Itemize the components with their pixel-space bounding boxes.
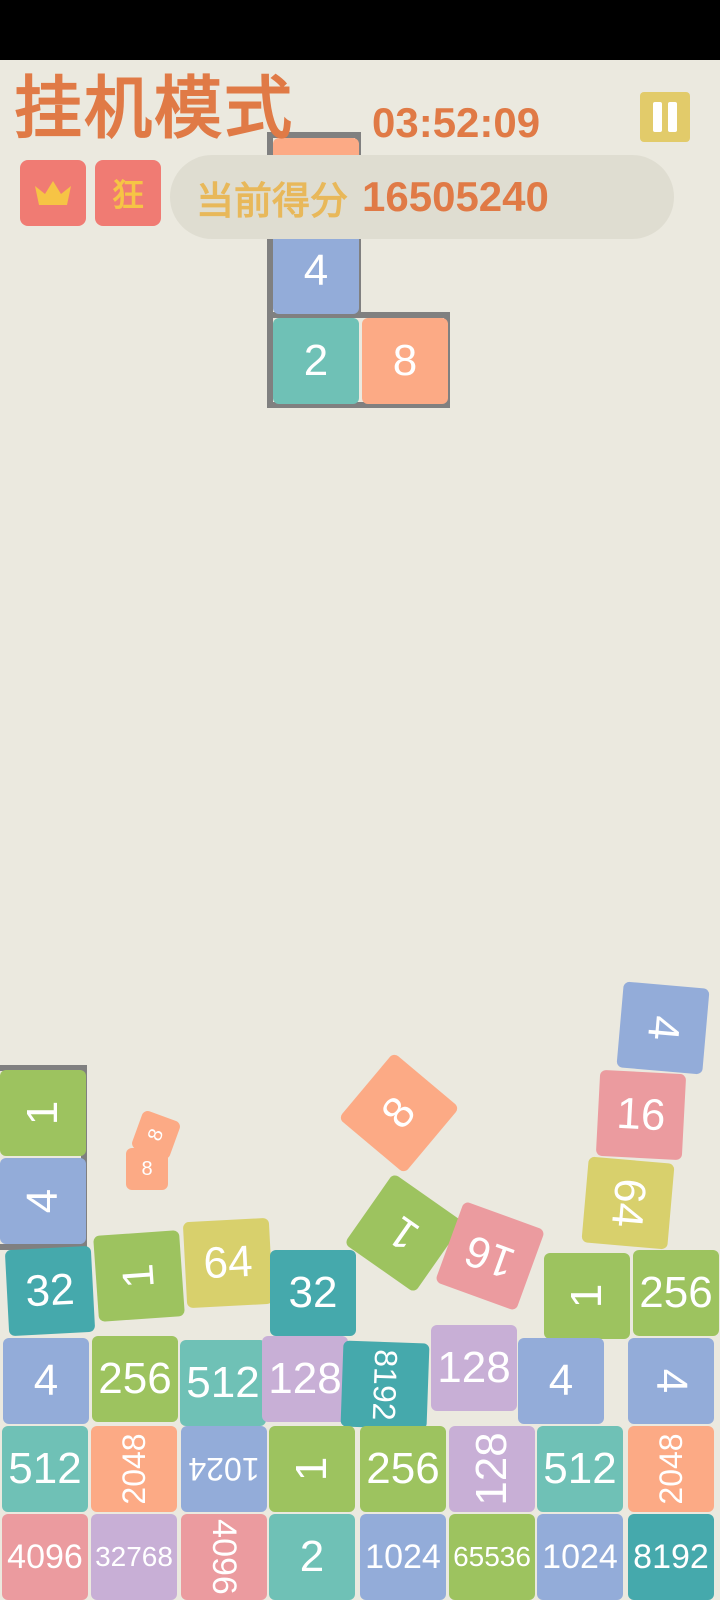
board-tile: 4 [518,1338,604,1424]
board-tile: 1024 [181,1426,267,1512]
score-label: 当前得分 [196,178,349,223]
board-tile: 256 [633,1250,719,1336]
board-tile: 8192 [628,1514,714,1600]
board-tile: 2 [269,1514,355,1600]
board-tile: 2048 [91,1426,177,1512]
mad-mode-badge[interactable]: 狂 [95,160,161,226]
board-tile: 4096 [181,1514,267,1600]
board-tile: 128 [431,1325,517,1411]
board-tile: 1 [93,1230,185,1322]
board-tile: 512 [2,1426,88,1512]
board-tile: 8 [338,1052,460,1174]
board-tile: 16 [595,1069,687,1161]
board-tile: 4 [616,981,710,1075]
board-tile: 64 [182,1217,274,1309]
board-tile: 8 [126,1148,168,1190]
falling-tile: 8 [362,318,448,404]
board-tile: 32768 [91,1514,177,1600]
page-title: 挂机模式 [14,70,295,149]
board-tile: 32 [270,1250,356,1336]
board-tile: 512 [180,1340,266,1426]
crown-badge[interactable] [20,160,86,226]
board-tile: 4096 [2,1514,88,1600]
board-tile: 128 [449,1426,535,1512]
board-tile: 4 [0,1158,86,1244]
board-tile: 1024 [360,1514,446,1600]
status-bar [0,0,720,60]
falling-tile: 2 [273,318,359,404]
board-tile: 1 [0,1070,86,1156]
board-tile: 4 [628,1338,714,1424]
game-timer: 03:52:09 [372,99,541,146]
board-tile: 256 [360,1426,446,1512]
board-tile: 512 [537,1426,623,1512]
board-tile: 64 [581,1156,675,1250]
board-tile: 4 [3,1338,89,1424]
board-tile: 1024 [537,1514,623,1600]
board-tile: 128 [262,1336,348,1422]
board-tile: 2048 [628,1426,714,1512]
board-tile: 1 [269,1426,355,1512]
pause-button[interactable] [640,92,690,142]
board-tile: 1 [544,1253,630,1339]
score-display: 当前得分 16505240 [170,155,674,239]
falling-tile: 4 [273,228,359,314]
board-tile: 65536 [449,1514,535,1600]
crown-icon [35,181,71,205]
board-tile: 32 [4,1245,96,1337]
score-value: 16505240 [362,173,549,220]
board-tile: 256 [92,1336,178,1422]
board-tile: 8192 [340,1340,430,1430]
